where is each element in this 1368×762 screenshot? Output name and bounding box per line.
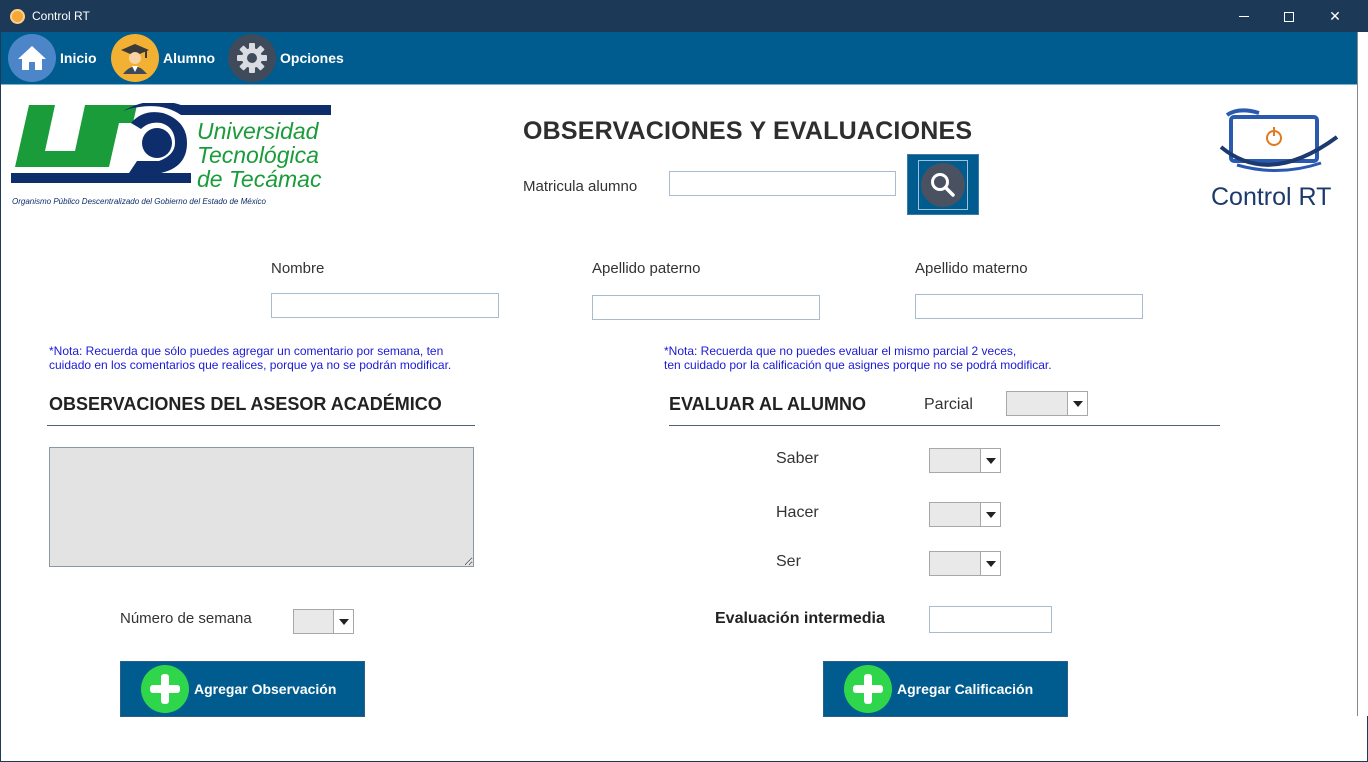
gear-icon: [228, 34, 276, 82]
evaluacion-note-line1: *Nota: Recuerda que no puedes evaluar el…: [664, 344, 1017, 358]
search-icon: [921, 162, 965, 207]
page-title: OBSERVACIONES Y EVALUACIONES: [523, 117, 973, 145]
plus-icon: [141, 665, 189, 713]
evaluacion-intermedia-input[interactable]: [929, 606, 1052, 633]
evaluacion-intermedia-label: Evaluación intermedia: [715, 610, 885, 627]
toolbar-opciones[interactable]: Opciones: [228, 34, 344, 82]
chevron-down-icon: [980, 449, 1000, 472]
parcial-label: Parcial: [924, 396, 973, 413]
toolbar-inicio-label: Inicio: [60, 50, 97, 66]
close-icon: ✕: [1329, 8, 1341, 25]
saber-label: Saber: [776, 450, 819, 467]
observaciones-section-title: OBSERVACIONES DEL ASESOR ACADÉMICO: [49, 394, 442, 414]
chevron-down-icon: [333, 610, 353, 633]
apellido-paterno-input[interactable]: [592, 295, 820, 320]
evaluacion-note-line2: ten cuidado por la calificación que asig…: [664, 358, 1052, 372]
apellido-paterno-label: Apellido paterno: [592, 260, 701, 277]
apellido-materno-label: Apellido materno: [915, 260, 1028, 277]
numero-semana-select[interactable]: [293, 609, 354, 634]
observaciones-note: *Nota: Recuerda que sólo puedes agregar …: [49, 344, 451, 372]
toolbar-opciones-label: Opciones: [280, 50, 344, 66]
evaluacion-section-title: EVALUAR AL ALUMNO: [669, 394, 866, 414]
hacer-select[interactable]: [929, 502, 1001, 527]
apellido-materno-input[interactable]: [915, 294, 1143, 319]
chevron-down-icon: [1067, 392, 1087, 415]
ut-logo-line3: de Tecámac: [197, 166, 322, 192]
maximize-button[interactable]: [1266, 1, 1312, 32]
evaluacion-note: *Nota: Recuerda que no puedes evaluar el…: [664, 344, 1052, 372]
right-edge-scrollbar[interactable]: [1357, 32, 1368, 716]
control-rt-logo-text: Control RT: [1211, 183, 1332, 211]
main-toolbar: Inicio Alumno Opciones: [1, 32, 1357, 85]
ser-select[interactable]: [929, 551, 1001, 576]
toolbar-alumno-label: Alumno: [163, 50, 216, 66]
home-icon: [8, 34, 56, 82]
search-button-frame: [918, 159, 968, 210]
agregar-calificacion-button[interactable]: Agregar Calificación: [823, 661, 1068, 717]
window-title: Control RT: [32, 9, 90, 23]
title-bar: Control RT ✕: [1, 1, 1367, 32]
toolbar-inicio[interactable]: Inicio: [8, 34, 97, 82]
close-button[interactable]: ✕: [1312, 1, 1358, 32]
matricula-input[interactable]: [669, 171, 896, 196]
saber-select[interactable]: [929, 448, 1001, 473]
student-icon: [111, 34, 159, 82]
ut-logo-line2: Tecnológica: [197, 142, 319, 168]
observaciones-note-line2: cuidado en los comentarios que realices,…: [49, 358, 452, 372]
search-button[interactable]: [907, 154, 979, 215]
app-window: Control RT ✕ Inicio Alumno Opciones Univ…: [0, 0, 1368, 762]
ut-logo-line1: Universidad: [197, 118, 319, 144]
hacer-label: Hacer: [776, 504, 819, 521]
chevron-down-icon: [980, 503, 1000, 526]
agregar-calificacion-label: Agregar Calificación: [897, 681, 1034, 697]
ut-logo-tagline: Organismo Público Descentralizado del Go…: [12, 197, 266, 206]
agregar-observacion-label: Agregar Observación: [194, 681, 337, 697]
nombre-input[interactable]: [271, 293, 499, 318]
chevron-down-icon: [980, 552, 1000, 575]
evaluacion-divider: [669, 425, 1220, 426]
observacion-textarea[interactable]: [49, 447, 474, 567]
nombre-label: Nombre: [271, 260, 325, 277]
ut-logo: Universidad Tecnológica de Tecámac Organ…: [11, 101, 333, 209]
minimize-button[interactable]: [1221, 1, 1267, 32]
numero-semana-label: Número de semana: [120, 610, 252, 627]
toolbar-alumno[interactable]: Alumno: [111, 34, 215, 82]
maximize-icon: [1284, 11, 1294, 22]
agregar-observacion-button[interactable]: Agregar Observación: [120, 661, 365, 717]
observaciones-note-line1: *Nota: Recuerda que sólo puedes agregar …: [49, 344, 444, 358]
parcial-select[interactable]: [1006, 391, 1088, 416]
observaciones-divider: [47, 425, 475, 426]
minimize-icon: [1239, 16, 1249, 17]
plus-icon: [844, 665, 892, 713]
app-icon: [10, 9, 25, 24]
ser-label: Ser: [776, 553, 801, 570]
matricula-label: Matricula alumno: [523, 178, 638, 195]
